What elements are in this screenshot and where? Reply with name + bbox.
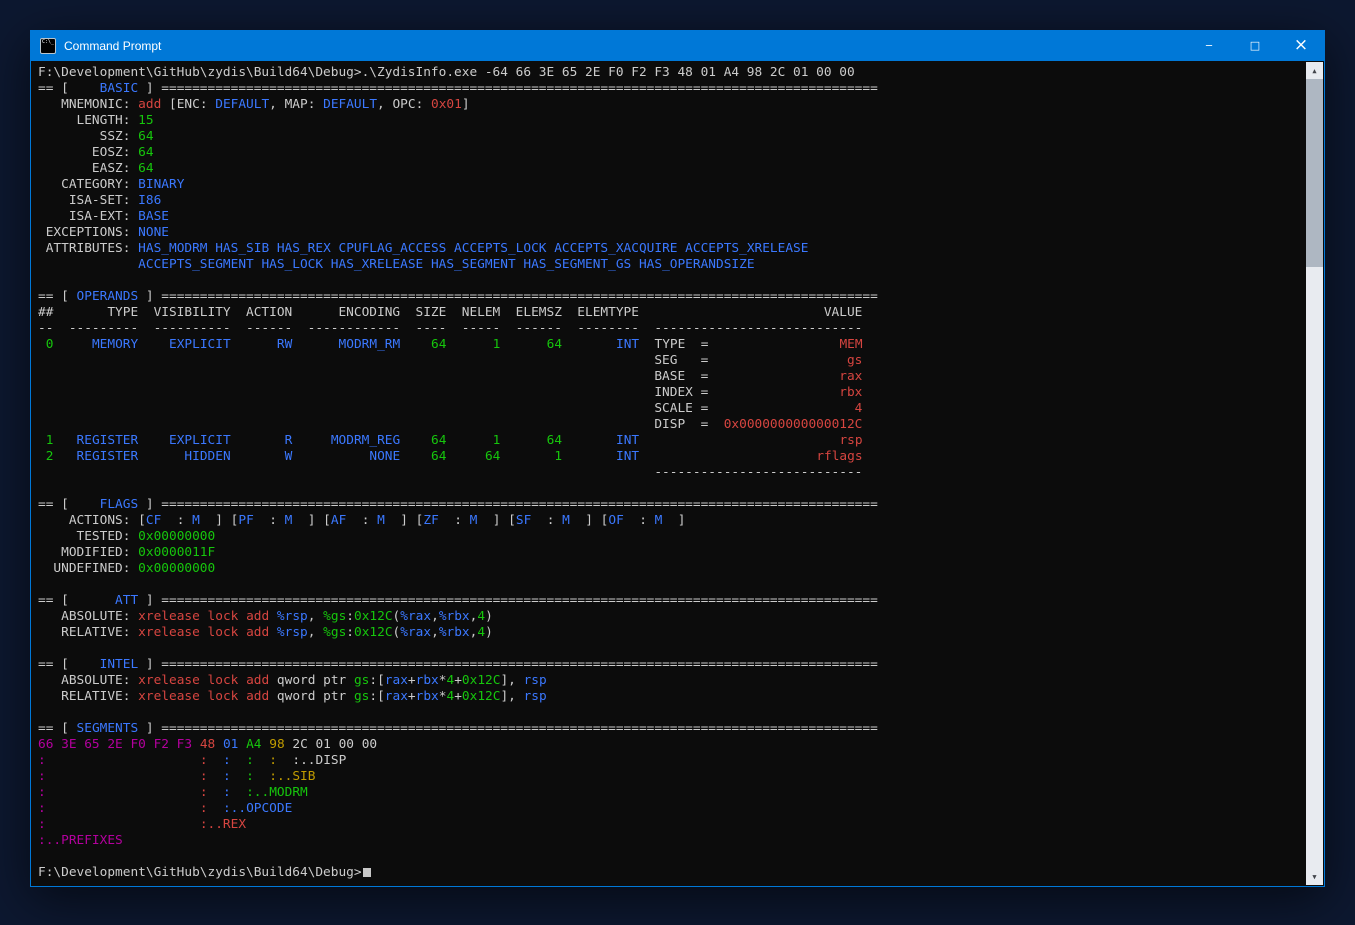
minimize-icon: ─ — [1206, 41, 1212, 52]
close-icon: × — [1294, 35, 1308, 55]
maximize-button[interactable]: □ — [1232, 31, 1278, 61]
titlebar[interactable]: C:\_ Command Prompt ─ □ × — [31, 31, 1324, 61]
console-area[interactable]: F:\Development\GitHub\zydis\Build64\Debu… — [32, 62, 1323, 885]
minimize-button[interactable]: ─ — [1186, 31, 1232, 61]
close-button[interactable]: × — [1278, 31, 1324, 61]
cmd-icon: C:\_ — [40, 38, 56, 54]
caption-buttons: ─ □ × — [1186, 31, 1324, 61]
up-arrow-icon: ▲ — [1312, 67, 1316, 75]
terminal-window: C:\_ Command Prompt ─ □ × F:\Development… — [30, 30, 1325, 887]
window-title: Command Prompt — [64, 39, 161, 53]
maximize-icon: □ — [1250, 39, 1260, 52]
down-arrow-icon: ▼ — [1312, 873, 1316, 881]
terminal-text: F:\Development\GitHub\zydis\Build64\Debu… — [32, 62, 1323, 881]
scrollbar-thumb[interactable] — [1306, 79, 1323, 267]
titlebar-left: C:\_ Command Prompt — [31, 31, 161, 61]
scrollbar[interactable]: ▲ ▼ — [1306, 62, 1323, 885]
scroll-up-button[interactable]: ▲ — [1306, 62, 1323, 79]
scroll-down-button[interactable]: ▼ — [1306, 868, 1323, 885]
